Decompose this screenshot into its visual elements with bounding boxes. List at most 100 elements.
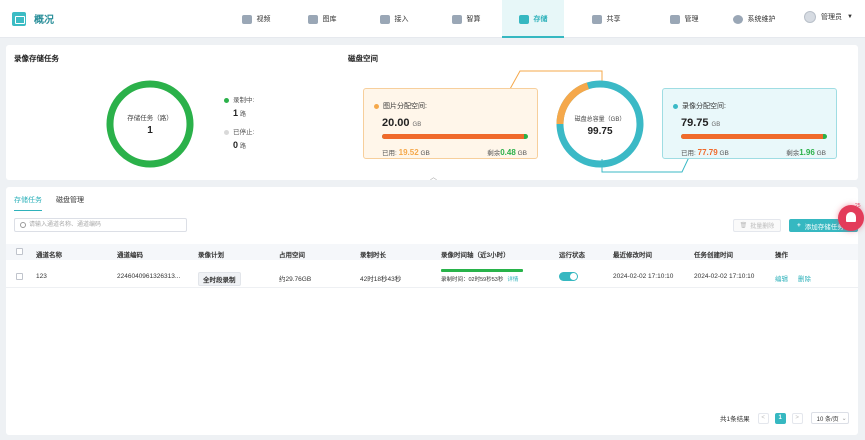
th-created: 任务创建时间: [694, 252, 733, 259]
th-status: 运行状态: [559, 252, 585, 259]
image-icon: [307, 14, 318, 24]
user-name: 管理员: [821, 14, 843, 21]
notification-badge: 25: [855, 203, 861, 209]
video-used: 已用: 77.79 GB: [681, 148, 729, 157]
delete-link[interactable]: 删除: [798, 273, 811, 283]
ring-value: 1: [147, 125, 153, 136]
image-remain: 剩余0.48 GB: [487, 148, 527, 157]
image-dot: [374, 103, 379, 109]
top-bar: 概况 视频 图库 接入 智算 存储 共享 管理 系统维护 管理员 ▼: [0, 0, 865, 38]
row-checkbox[interactable]: [16, 273, 23, 280]
video-space-card: 录像分配空间: 79.75 GB 已用: 77.79 GB 剩余1.96 GB: [662, 88, 837, 159]
table-header: 通道名称 通道编码 录像计划 占用空间 录制时长 录像时间轴（近3小时） 运行状…: [6, 244, 858, 260]
nav-compute[interactable]: 智算: [430, 0, 502, 38]
bell-icon: [846, 212, 856, 222]
plus-icon: +: [797, 222, 801, 229]
status-toggle[interactable]: [559, 272, 578, 281]
timeline-bar: [441, 269, 523, 272]
tab-disk-management[interactable]: 磁盘管理: [56, 195, 84, 211]
monitor-icon: [241, 14, 252, 24]
video-space-value: 79.75 GB: [681, 117, 721, 129]
collapse-chevron-up-icon[interactable]: ︿: [430, 172, 437, 182]
nav-share[interactable]: 共享: [564, 0, 648, 38]
table-row: 123 2246040961326313... 全时段录制 约29.76GB 4…: [6, 264, 858, 288]
timeline-detail-link[interactable]: 详情: [507, 277, 518, 283]
cell-code: 2246040961326313...: [117, 273, 181, 280]
storage-icon: [518, 14, 529, 24]
th-code: 通道编码: [117, 252, 143, 259]
search-box: [14, 218, 187, 232]
timeline-text: 录制时间：02时59秒53秒 详情: [441, 277, 519, 283]
nav-manage[interactable]: 管理: [648, 0, 720, 38]
cell-timeline: 录制时间：02时59秒53秒 详情: [441, 269, 523, 283]
image-usage-track: [382, 134, 528, 139]
image-used: 已用: 19.52 GB: [382, 148, 430, 157]
disk-total-label: 磁盘总容量（GB）: [574, 117, 626, 123]
search-input[interactable]: [29, 220, 179, 230]
page-1-button[interactable]: 1: [774, 412, 786, 424]
search-icon: [20, 222, 26, 228]
disk-ring-center: 磁盘总容量（GB） 99.75: [560, 114, 640, 137]
video-space-label: 录像分配空间:: [673, 101, 726, 111]
image-space-label: 图片分配空间:: [374, 101, 427, 111]
main-nav: 视频 图库 接入 智算 存储 共享 管理 系统维护: [226, 0, 788, 38]
batch-delete-button[interactable]: 🗑 批量删除: [733, 219, 781, 232]
next-page-button[interactable]: >: [791, 412, 803, 424]
legend-recording: 录制中:: [224, 94, 254, 104]
logo[interactable]: 概况: [12, 11, 54, 26]
nav-access[interactable]: 接入: [358, 0, 430, 38]
image-space-value: 20.00 GB: [382, 117, 422, 129]
recording-legend: 录制中: 1路 已停止: 0路: [224, 94, 254, 158]
caret-down-icon: ▼: [847, 14, 853, 20]
tab-storage-tasks[interactable]: 存储任务: [14, 195, 42, 211]
cell-space: 约29.76GB: [279, 276, 312, 283]
image-space-card: 图片分配空间: 20.00 GB 已用: 19.52 GB 剩余0.48 GB: [363, 88, 538, 159]
cell-name: 123: [36, 273, 47, 280]
disk-title: 磁盘空间: [348, 54, 378, 63]
video-usage-track: [681, 134, 827, 139]
tab-bar: 存储任务 磁盘管理: [14, 195, 98, 211]
nav-system[interactable]: 系统维护: [720, 0, 788, 38]
logo-text: 概况: [34, 15, 54, 26]
cell-duration: 42时18秒43秒: [360, 276, 402, 283]
th-space: 占用空间: [279, 252, 305, 259]
cell-plan-tag: 全时段录制: [198, 272, 241, 286]
ring-label: 存储任务（路）: [127, 115, 173, 122]
legend-recording-value: 1路: [233, 108, 247, 118]
recording-dot: [224, 97, 229, 103]
video-usage-fill: [681, 134, 824, 139]
cell-created: 2024-02-02 17:10:10: [694, 273, 755, 280]
nav-video[interactable]: 视频: [226, 0, 286, 38]
nav-storage[interactable]: 存储: [502, 0, 564, 38]
recording-title: 录像存储任务: [14, 54, 59, 63]
pagination: 共1条结果 < 1 > 10 条/页 ⌄: [720, 412, 849, 424]
nav-gallery[interactable]: 图库: [286, 0, 358, 38]
prev-page-button[interactable]: <: [757, 412, 769, 424]
pagination-total: 共1条结果: [720, 416, 750, 423]
th-name: 通道名称: [36, 252, 62, 259]
chip-icon: [451, 14, 462, 24]
page-size-select[interactable]: 10 条/页 ⌄: [810, 412, 849, 424]
th-modified: 最近修改时间: [613, 252, 652, 259]
cloud-icon: [379, 14, 390, 24]
task-panel: 存储任务 磁盘管理 🗑批量删除 +添加存储任务 通道名称 通道编码 录像计划 占…: [6, 187, 858, 435]
video-dot: [673, 103, 678, 109]
video-remain: 剩余1.96 GB: [786, 148, 826, 157]
edit-link[interactable]: 编辑: [775, 273, 788, 283]
gear-icon: [732, 14, 743, 24]
disk-total-value: 99.75: [587, 126, 613, 137]
cell-modified: 2024-02-02 17:10:10: [613, 273, 674, 280]
chevron-down-icon: ⌄: [841, 415, 847, 422]
th-actions: 操作: [775, 252, 788, 259]
user-menu[interactable]: 管理员 ▼: [804, 11, 853, 23]
select-all-checkbox[interactable]: [16, 248, 23, 255]
th-duration: 录制时长: [360, 252, 386, 259]
stopped-dot: [224, 129, 229, 135]
trash-icon: 🗑: [739, 223, 748, 229]
overview-panel: 录像存储任务 存储任务（路） 1 录制中: 1路 已停止: 0路 磁盘空间 图片…: [6, 45, 858, 180]
avatar: [804, 11, 817, 23]
manage-icon: [669, 14, 680, 24]
th-timeline: 录像时间轴（近3小时）: [441, 252, 510, 259]
image-usage-fill: [382, 134, 525, 139]
ring-center: 存储任务（路） 1: [110, 112, 190, 136]
